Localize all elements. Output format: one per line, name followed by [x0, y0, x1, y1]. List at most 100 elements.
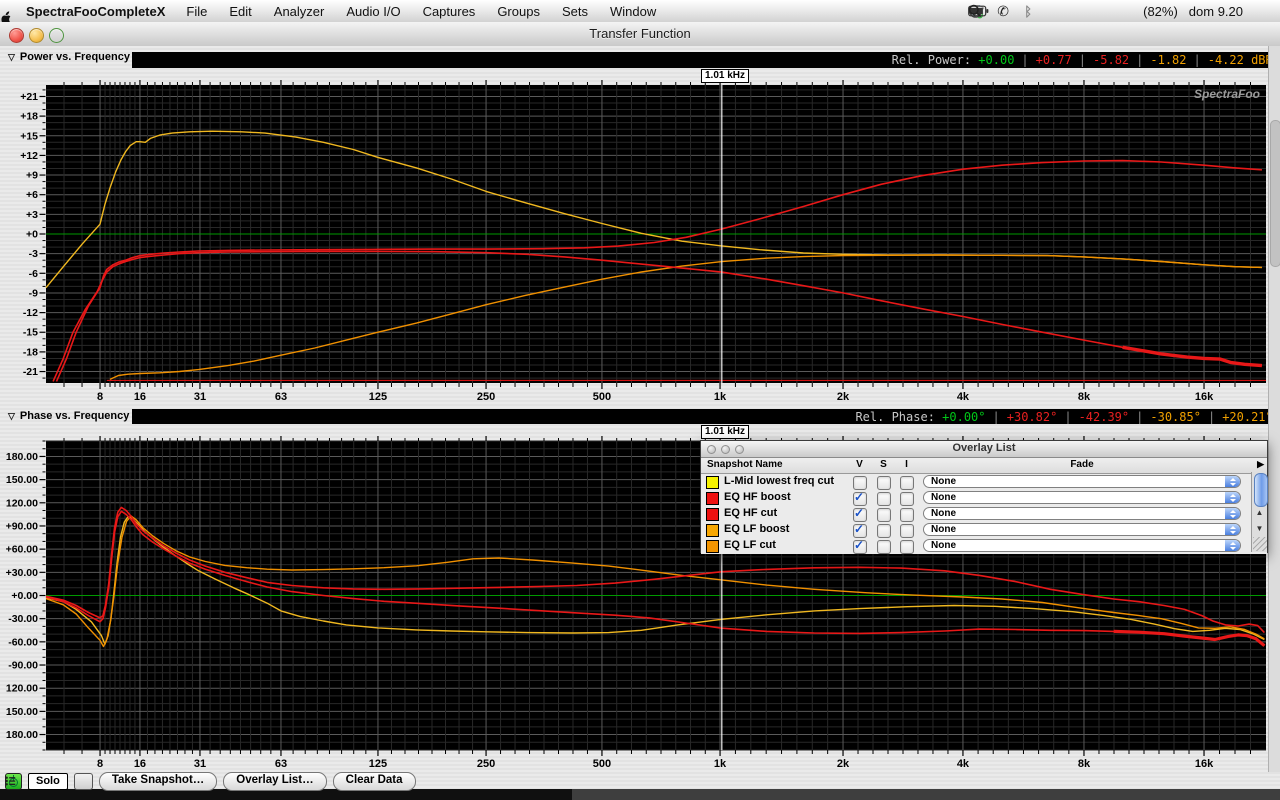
visible-checkbox[interactable]: ✓ — [853, 508, 867, 522]
y-tick-label: -9 — [29, 287, 38, 299]
solo-checkbox[interactable] — [877, 540, 891, 554]
fade-dropdown[interactable]: None — [923, 507, 1241, 520]
x-tick-label: 1k — [714, 391, 727, 403]
y-tick-label: 120.00 — [6, 683, 38, 695]
overlay-row-eq-lf-cut[interactable]: EQ LF cut ✓ None — [701, 538, 1267, 554]
y-tick-label: +0.00 — [11, 590, 38, 602]
menu-window[interactable]: Window — [599, 4, 667, 19]
inspect-checkbox[interactable] — [900, 476, 914, 490]
disclosure-triangle-icon[interactable]: ▽ — [8, 52, 15, 63]
time-machine-icon[interactable] — [1043, 0, 1063, 22]
disclosure-triangle-icon[interactable]: ▽ — [8, 411, 15, 422]
menu-bar: SpectraFooCompleteX FileEditAnalyzerAudi… — [0, 0, 1280, 23]
y-tick-label: -12 — [23, 307, 38, 319]
window-title-bar[interactable]: Transfer Function — [0, 22, 1280, 47]
visible-checkbox[interactable] — [853, 476, 867, 490]
header-expand-arrow-icon[interactable]: ▶ — [1257, 459, 1264, 470]
window-scrollbar-thumb[interactable] — [1270, 120, 1280, 267]
visible-checkbox[interactable]: ✓ — [853, 492, 867, 506]
phase-cursor-frequency-label: 1.01 kHz — [701, 425, 749, 439]
solo-checkbox[interactable] — [877, 508, 891, 522]
solo-checkbox[interactable] — [877, 476, 891, 490]
fade-dropdown[interactable]: None — [923, 491, 1241, 504]
window-scrollbar[interactable] — [1268, 46, 1280, 772]
solo-checkbox[interactable] — [877, 524, 891, 538]
take-snapshot-button[interactable]: Take Snapshot… — [99, 772, 217, 791]
panel-minimize-icon[interactable] — [721, 445, 730, 454]
visible-column-header: V — [853, 459, 866, 470]
fade-dropdown[interactable]: None — [923, 523, 1241, 536]
dropdown-stepper-icon[interactable] — [1225, 524, 1240, 535]
snapshot-name: EQ HF cut — [724, 507, 777, 519]
overlay-list-button[interactable]: Overlay List… — [223, 772, 326, 791]
dropdown-stepper-icon[interactable] — [1225, 540, 1240, 551]
inspect-checkbox[interactable] — [900, 524, 914, 538]
inspect-checkbox[interactable] — [900, 540, 914, 554]
dropdown-stepper-icon[interactable] — [1225, 476, 1240, 487]
snapshot-color-swatch[interactable] — [706, 508, 719, 521]
window-title: Transfer Function — [0, 26, 1280, 41]
fade-dropdown[interactable]: None — [923, 475, 1241, 488]
volume-icon[interactable] — [1068, 0, 1088, 22]
wifi-icon[interactable] — [1093, 0, 1113, 22]
dropdown-stepper-icon[interactable] — [1225, 492, 1240, 503]
snapshot-color-swatch[interactable] — [706, 492, 719, 505]
y-tick-label: 120.00 — [6, 497, 38, 509]
menu-file[interactable]: File — [175, 4, 218, 19]
phone-icon[interactable]: ✆ — [993, 0, 1013, 22]
menu-status-area: ✆ᛒ(82%)dom 9.20 — [968, 0, 1274, 22]
solo-checkbox[interactable] — [877, 492, 891, 506]
x-tick-label: 8 — [97, 758, 103, 770]
overlay-row-eq-lf-boost[interactable]: EQ LF boost✓None — [701, 522, 1267, 538]
dropdown-stepper-icon[interactable] — [1225, 508, 1240, 519]
overlay-list-title-bar[interactable]: Overlay List — [701, 441, 1267, 458]
overlay-row-eq-hf-cut[interactable]: EQ HF cut ✓ None — [701, 506, 1267, 522]
overlay-list-scrollbar[interactable]: ▲ ▼ — [1251, 472, 1267, 552]
scroll-down-arrow-icon[interactable]: ▼ — [1252, 521, 1267, 536]
y-tick-label: +18 — [20, 111, 38, 123]
spotlight-icon[interactable] — [1254, 0, 1274, 22]
battery-icon[interactable] — [1118, 0, 1138, 22]
menu-groups[interactable]: Groups — [486, 4, 551, 19]
y-tick-label: +60.00 — [6, 544, 39, 556]
readout-value: +0.00 — [978, 53, 1014, 67]
channel-matrix-button[interactable] — [74, 773, 93, 790]
clear-data-button[interactable]: Clear Data — [333, 772, 416, 791]
menu-analyzer[interactable]: Analyzer — [263, 4, 336, 19]
readout-separator: | — [1187, 53, 1208, 67]
bottom-toolbar: Solo Take Snapshot… Overlay List… Clear … — [5, 772, 416, 790]
menu-clock[interactable]: dom 9.20 — [1183, 4, 1249, 19]
fade-dropdown[interactable]: None — [923, 539, 1241, 552]
overlay-row-eq-hf-boost[interactable]: EQ HF boost✓None — [701, 490, 1267, 506]
resize-grip[interactable] — [1253, 537, 1267, 551]
snapshot-color-swatch[interactable] — [706, 540, 719, 553]
readout-separator: | — [1014, 53, 1035, 67]
app-menu-name[interactable]: SpectraFooCompleteX — [12, 4, 175, 19]
bluetooth-icon[interactable]: ᛒ — [1018, 0, 1038, 22]
overlay-scrollbar-thumb[interactable] — [1254, 473, 1268, 507]
readout-value: -5.82 — [1093, 53, 1129, 67]
menu-audio-i-o[interactable]: Audio I/O — [335, 4, 411, 19]
overlay-list-rows: L-Mid lowest freq cutNoneEQ HF boost✓Non… — [701, 474, 1267, 554]
solo-column-header: S — [877, 459, 890, 470]
visible-checkbox[interactable]: ✓ — [853, 524, 867, 538]
power-vs-frequency-plot[interactable]: 81631631252505001k2k4k8k16k+21+18+15+12+… — [0, 80, 1268, 408]
inspect-checkbox[interactable] — [900, 508, 914, 522]
panel-zoom-icon[interactable] — [735, 445, 744, 454]
power-section-header[interactable]: ▽ Power vs. Frequency — [8, 49, 130, 65]
panel-close-icon[interactable] — [707, 445, 716, 454]
scroll-up-arrow-icon[interactable]: ▲ — [1252, 505, 1267, 520]
visible-checkbox[interactable]: ✓ — [853, 540, 867, 554]
snapshot-name: EQ LF cut — [724, 539, 776, 551]
y-tick-label: -30.00 — [8, 613, 38, 625]
menu-captures[interactable]: Captures — [412, 4, 487, 19]
inspect-checkbox[interactable] — [900, 492, 914, 506]
phase-section-header[interactable]: ▽ Phase vs. Frequency — [8, 408, 129, 424]
readout-value: -42.39° — [1079, 410, 1130, 424]
snapshot-color-swatch[interactable] — [706, 524, 719, 537]
snapshot-color-swatch[interactable] — [706, 476, 719, 489]
menu-sets[interactable]: Sets — [551, 4, 599, 19]
menu-edit[interactable]: Edit — [218, 4, 262, 19]
overlay-row-l-mid-lowest-freq-cut[interactable]: L-Mid lowest freq cutNone — [701, 474, 1267, 490]
solo-button[interactable]: Solo — [28, 773, 68, 790]
